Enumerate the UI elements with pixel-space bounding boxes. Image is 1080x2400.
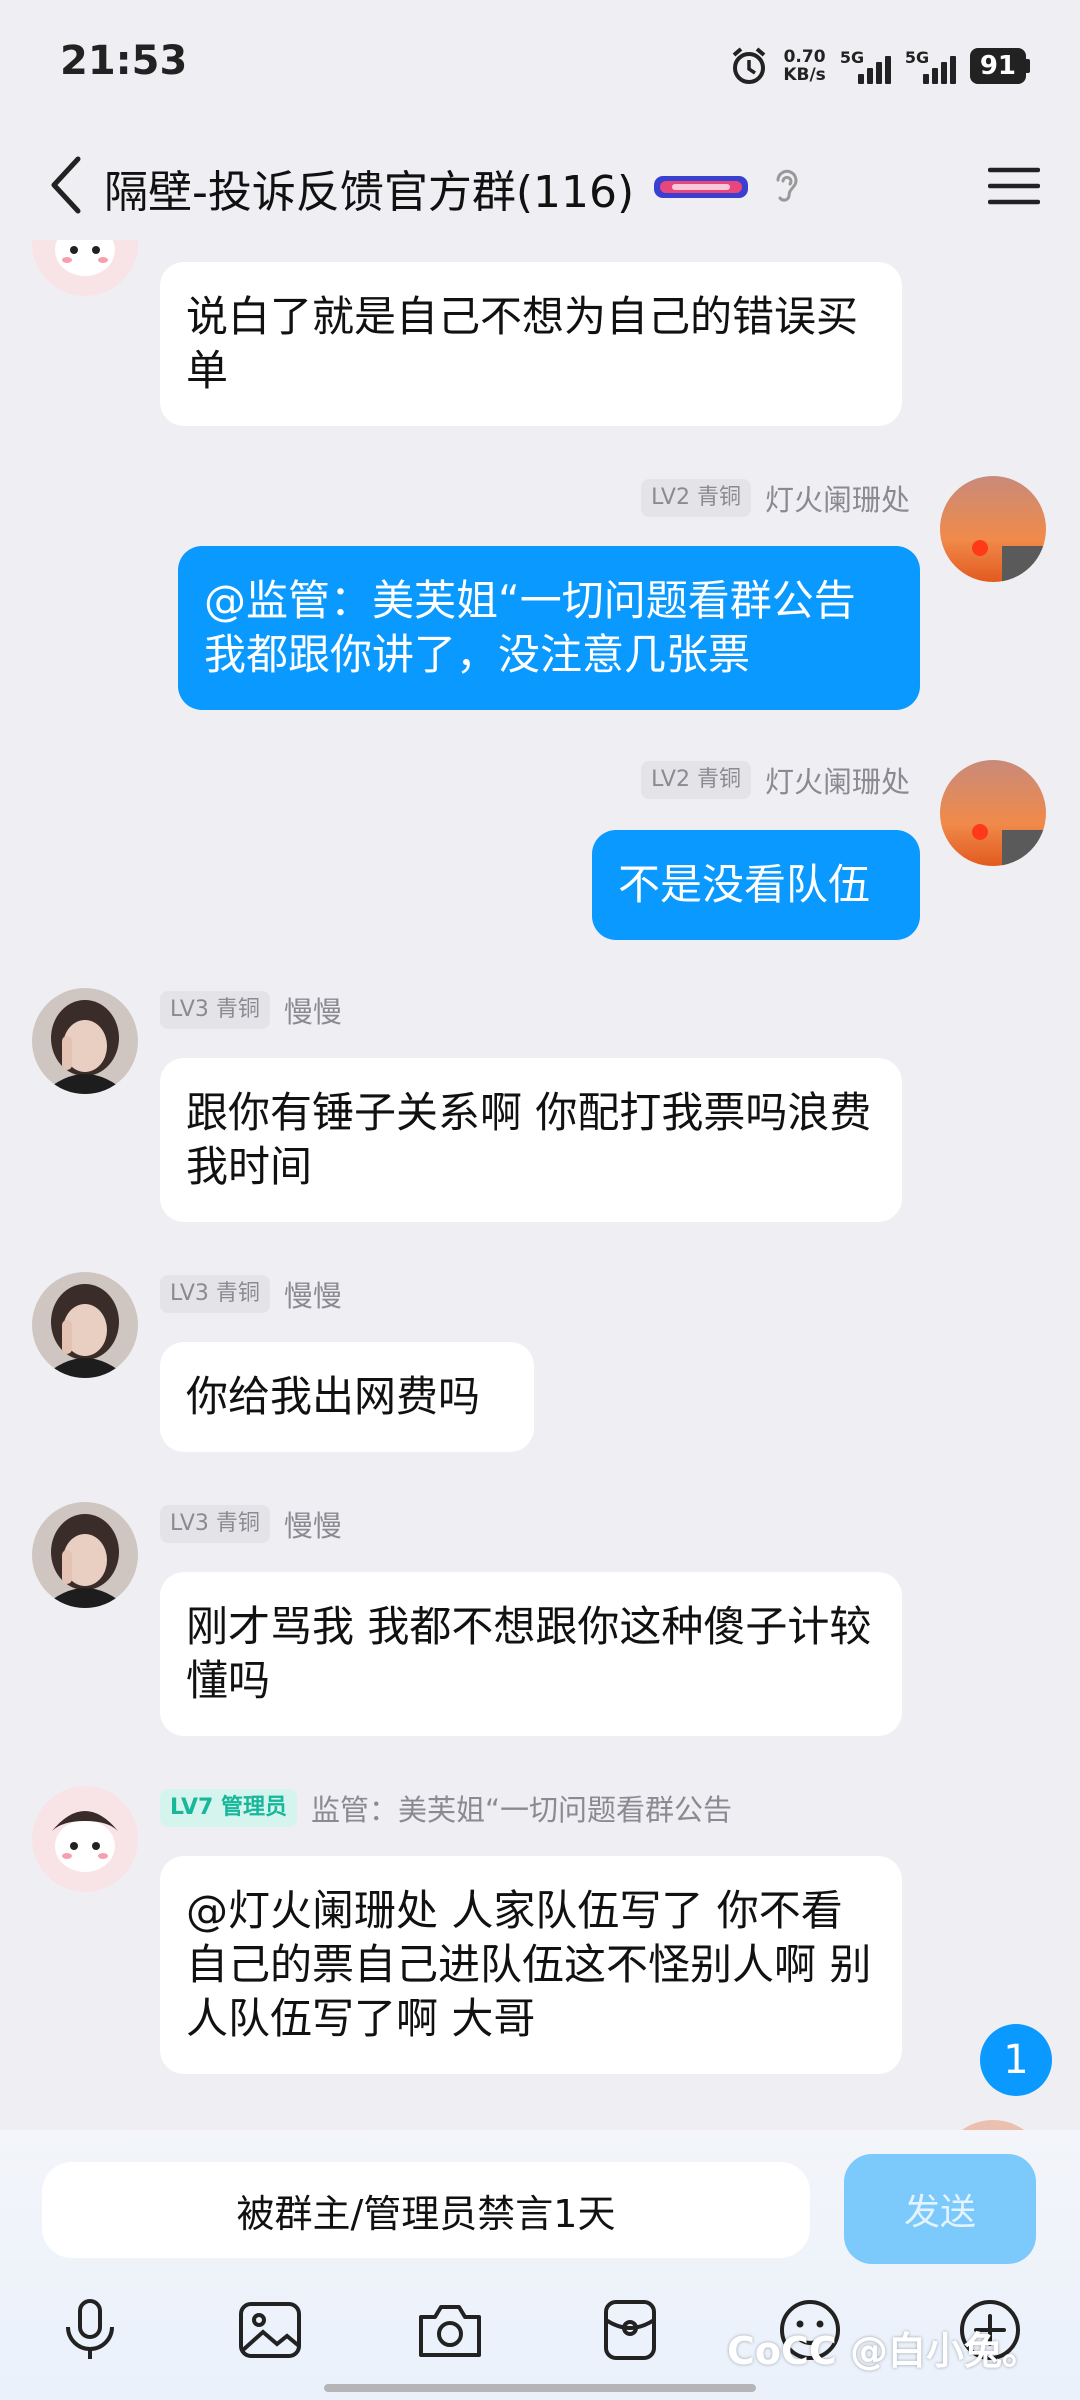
chat-list[interactable]: 说白了就是自己不想为自己的错误买单 LV2 青铜 灯火阑珊处 @监管：美芙姐“一… <box>0 240 1080 2130</box>
group-badge-icon <box>654 176 748 198</box>
image-button[interactable] <box>230 2290 310 2370</box>
message-meta: LV2 青铜 灯火阑珊处 <box>641 760 910 800</box>
camera-button[interactable] <box>410 2290 490 2370</box>
menu-icon <box>988 167 1040 205</box>
status-icons: 0.70 KB/s 5G 5G 91 <box>729 42 1030 90</box>
level-badge: LV3 青铜 <box>160 991 270 1029</box>
user-avatar[interactable] <box>32 988 138 1094</box>
battery-icon: 91 <box>969 48 1030 84</box>
message-bubble[interactable]: @监管：美芙姐“一切问题看群公告 我都跟你讲了，没注意几张票 <box>178 546 920 710</box>
red-packet-button[interactable] <box>590 2290 670 2370</box>
level-badge: LV3 青铜 <box>160 1505 270 1543</box>
net-speed-unit: KB/s <box>783 65 826 85</box>
chat-header: 隔壁-投诉反馈官方群(116) <box>0 130 1080 240</box>
alarm-icon <box>733 47 766 84</box>
status-time: 21:53 <box>60 38 188 84</box>
message-meta: LV3 青铜 慢慢 <box>160 990 342 1030</box>
mic-icon <box>66 2299 114 2359</box>
admin-avatar[interactable] <box>32 1786 138 1892</box>
message-bubble[interactable]: 不是没看队伍 <box>592 830 920 940</box>
self-avatar[interactable] <box>940 2120 1046 2130</box>
message-bubble[interactable]: 刚才骂我 我都不想跟你这种傻子计较懂吗 <box>160 1572 902 1736</box>
home-indicator[interactable] <box>324 2384 756 2392</box>
sender-name[interactable]: 监管：美芙姐“一切问题看群公告 <box>311 1787 732 1829</box>
self-avatar[interactable] <box>940 760 1046 866</box>
sender-name[interactable]: 灯火阑珊处 <box>765 759 910 801</box>
chevron-left-icon <box>51 156 81 214</box>
user-avatar[interactable] <box>32 1272 138 1378</box>
message-bubble[interactable]: 跟你有锤子关系啊 你配打我票吗浪费我时间 <box>160 1058 902 1222</box>
level-badge: LV2 青铜 <box>641 479 751 517</box>
net-speed-value: 0.70 <box>783 47 826 67</box>
voice-button[interactable] <box>50 2290 130 2370</box>
message-bubble[interactable]: 你给我出网费吗 <box>160 1342 534 1452</box>
net-speed: 0.70 KB/s <box>783 48 825 84</box>
message-bubble[interactable]: 说白了就是自己不想为自己的错误买单 <box>160 262 902 426</box>
sender-name[interactable]: 慢慢 <box>284 1273 342 1315</box>
sunset-avatar-icon <box>940 2120 1046 2130</box>
sender-name[interactable]: 慢慢 <box>284 989 342 1031</box>
sim1-label: 5G <box>839 48 865 67</box>
sunset-avatar-icon <box>940 476 1046 582</box>
back-button[interactable] <box>36 150 96 220</box>
cartoon-avatar-icon <box>32 240 138 296</box>
status-bar: 21:53 0.70 KB/s 5G 5G 91 <box>0 0 1080 130</box>
message-meta: LV2 青铜 灯火阑珊处 <box>641 478 910 518</box>
cartoon-avatar-icon <box>32 1786 138 1892</box>
sim2-label: 5G <box>904 48 930 67</box>
sender-name[interactable]: 慢慢 <box>284 1503 342 1545</box>
level-badge: LV2 青铜 <box>641 761 751 799</box>
message-meta: LV3 青铜 慢慢 <box>160 1274 342 1314</box>
girl-avatar-icon <box>32 1272 138 1378</box>
girl-avatar-icon <box>32 1502 138 1608</box>
message-meta: LV3 青铜 慢慢 <box>160 1504 342 1544</box>
signal-sim1-icon: 5G <box>840 48 891 84</box>
battery-level: 91 <box>969 48 1026 84</box>
sunset-avatar-icon <box>940 760 1046 866</box>
muted-notice: 被群主/管理员禁言1天 <box>42 2162 810 2258</box>
message-meta: LV7 管理员 监管：美芙姐“一切问题看群公告 <box>160 1788 732 1828</box>
image-icon <box>239 2302 301 2358</box>
level-badge: LV3 青铜 <box>160 1275 270 1313</box>
unread-count-badge[interactable]: 1 <box>980 2024 1052 2096</box>
red-packet-icon <box>604 2300 656 2360</box>
signal-sim2-icon: 5G <box>905 48 956 84</box>
ear-icon[interactable] <box>766 162 806 208</box>
group-title[interactable]: 隔壁-投诉反馈官方群(116) <box>104 156 634 220</box>
message-bubble[interactable]: @灯火阑珊处 人家队伍写了 你不看自己的票自己进队伍这不怪别人啊 别人队伍写了啊… <box>160 1856 902 2074</box>
girl-avatar-icon <box>32 988 138 1094</box>
admin-badge: LV7 管理员 <box>160 1789 297 1827</box>
user-avatar[interactable] <box>32 1502 138 1608</box>
sender-name[interactable]: 灯火阑珊处 <box>765 477 910 519</box>
admin-avatar[interactable] <box>32 240 138 296</box>
menu-button[interactable] <box>982 154 1046 218</box>
send-button[interactable]: 发送 <box>844 2154 1036 2264</box>
self-avatar[interactable] <box>940 476 1046 582</box>
camera-icon <box>419 2305 481 2357</box>
watermark: CoCC @白小兔。 <box>727 2329 1040 2373</box>
